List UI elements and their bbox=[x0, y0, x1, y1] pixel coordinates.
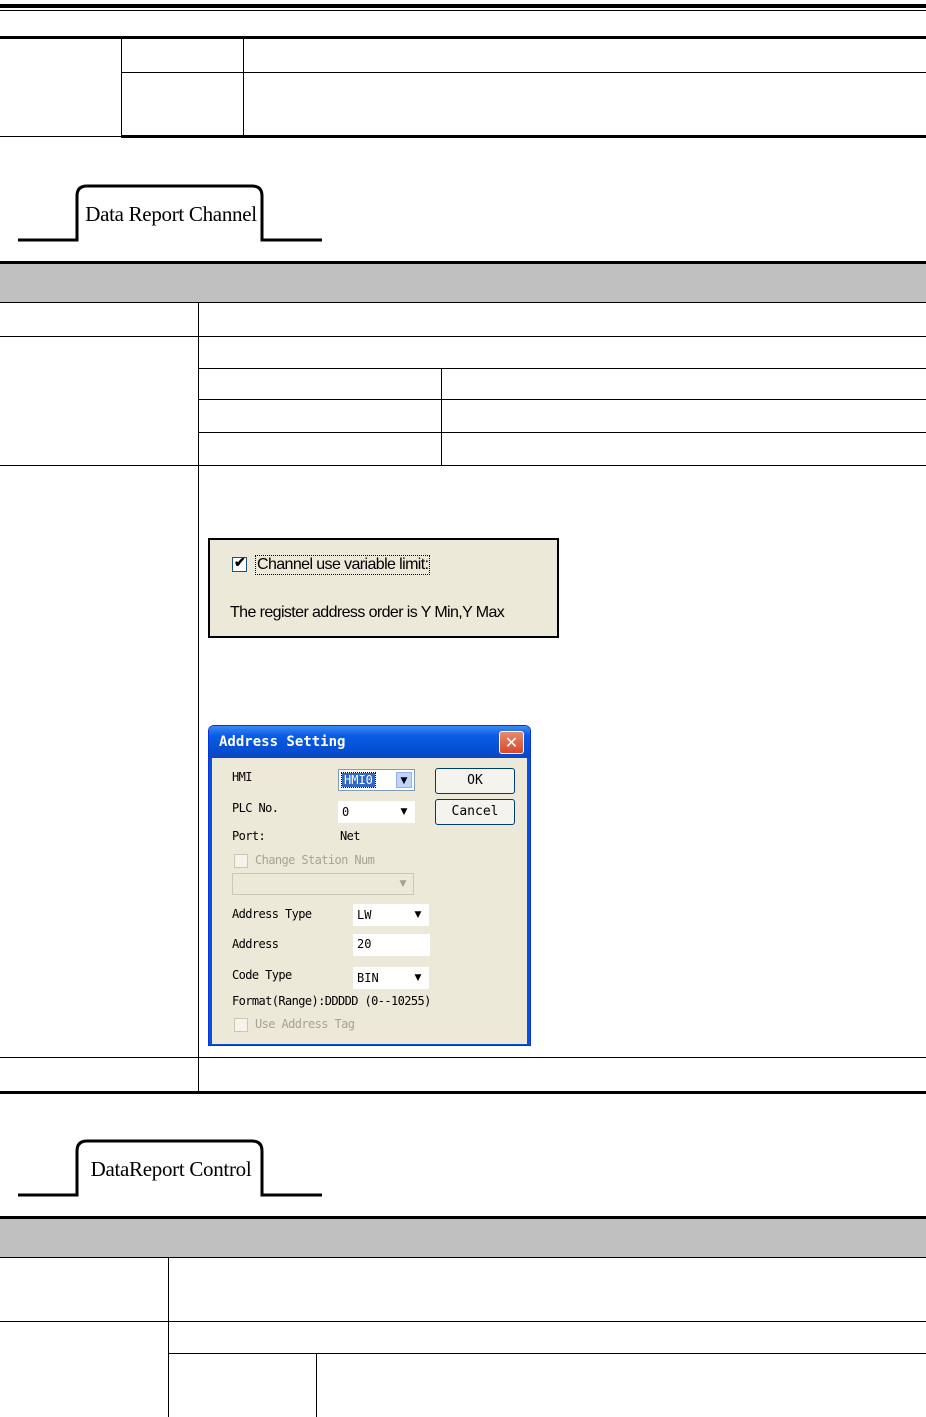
channel-limit-label[interactable]: Channel use variable limit: bbox=[255, 555, 431, 575]
code-type-value: BIN bbox=[357, 971, 379, 985]
table-continued bbox=[0, 36, 926, 138]
table-cell bbox=[315, 1353, 926, 1417]
dialog-titlebar: Address Setting ✕ bbox=[209, 726, 530, 758]
header-rule bbox=[0, 4, 926, 8]
plc-no-select[interactable]: 0 ▼ bbox=[338, 801, 415, 823]
table-cell bbox=[440, 399, 926, 433]
ok-button[interactable]: OK bbox=[435, 768, 515, 794]
change-station-label: Change Station Num bbox=[255, 853, 375, 867]
address-type-value: LW bbox=[357, 908, 372, 922]
chevron-down-icon: ▼ bbox=[400, 807, 408, 817]
close-button[interactable]: ✕ bbox=[499, 731, 524, 754]
table-cell bbox=[197, 302, 926, 337]
hmi-select[interactable]: HMI0 ▼ bbox=[338, 769, 415, 791]
code-type-label: Code Type bbox=[232, 968, 292, 982]
tab-title: Data Report Channel bbox=[85, 202, 257, 226]
change-station-checkbox[interactable] bbox=[234, 854, 248, 868]
table-cell bbox=[197, 432, 442, 466]
hmi-value: HMI0 bbox=[341, 772, 376, 788]
table-cell bbox=[167, 1257, 926, 1322]
table-cell bbox=[197, 1057, 926, 1094]
section-tab-data-report-channel: Data Report Channel bbox=[18, 184, 322, 242]
table-cell bbox=[440, 368, 926, 400]
plc-no-label: PLC No. bbox=[232, 801, 279, 815]
cancel-button[interactable]: Cancel bbox=[435, 799, 515, 825]
table-cell bbox=[0, 36, 122, 137]
table-cell bbox=[197, 399, 442, 433]
table-cell bbox=[0, 1321, 169, 1417]
tab-title: DataReport Control bbox=[90, 1157, 252, 1181]
table-cell bbox=[120, 72, 244, 138]
hmi-label: HMI bbox=[232, 770, 252, 784]
table-cell bbox=[120, 36, 244, 73]
channel-limit-panel: ✔ Channel use variable limit: The regist… bbox=[208, 538, 559, 638]
port-value: Net bbox=[340, 829, 360, 843]
station-select[interactable]: ▼ bbox=[232, 873, 414, 895]
plc-no-value: 0 bbox=[342, 805, 350, 819]
format-range-text: Format(Range):DDDDD (0--10255) bbox=[232, 994, 431, 1008]
check-mark-icon: ✔ bbox=[234, 554, 246, 570]
address-input[interactable]: 20 bbox=[353, 934, 430, 956]
table-cell bbox=[242, 36, 926, 73]
table-cell bbox=[197, 368, 442, 400]
chevron-down-icon: ▼ bbox=[414, 910, 422, 920]
address-type-select[interactable]: LW ▼ bbox=[353, 904, 429, 926]
table-cell bbox=[440, 432, 926, 466]
table-cell bbox=[167, 1353, 317, 1417]
table-header-row bbox=[0, 1216, 926, 1258]
table-cell bbox=[0, 302, 199, 337]
table-header-row bbox=[0, 261, 926, 303]
table-cell bbox=[242, 72, 926, 138]
table-cell bbox=[0, 336, 199, 466]
address-type-label: Address Type bbox=[232, 907, 312, 921]
chevron-down-icon: ▼ bbox=[396, 772, 412, 788]
use-address-tag-checkbox[interactable] bbox=[234, 1018, 248, 1032]
address-label: Address bbox=[232, 937, 279, 951]
table-cell bbox=[0, 465, 199, 1058]
table-cell bbox=[0, 1057, 199, 1094]
chevron-down-icon: ▼ bbox=[399, 879, 407, 889]
close-icon: ✕ bbox=[504, 733, 519, 752]
port-label: Port: bbox=[232, 829, 266, 843]
table-cell bbox=[197, 336, 926, 369]
address-setting-dialog: Address Setting ✕ HMI HMI0 ▼ OK PLC No. … bbox=[208, 725, 531, 1046]
table-datareport-control bbox=[0, 1216, 926, 1417]
address-value: 20 bbox=[357, 937, 372, 951]
table-cell bbox=[167, 1321, 926, 1354]
chevron-down-icon: ▼ bbox=[414, 973, 422, 983]
code-type-select[interactable]: BIN ▼ bbox=[353, 967, 429, 989]
register-order-note: The register address order is Y Min,Y Ma… bbox=[230, 604, 505, 621]
use-address-tag-label: Use Address Tag bbox=[255, 1017, 355, 1031]
header-rule-thin bbox=[0, 10, 926, 11]
section-tab-datareport-control: DataReport Control bbox=[18, 1139, 322, 1197]
dialog-title: Address Setting bbox=[219, 734, 346, 750]
table-cell bbox=[0, 1257, 169, 1322]
channel-limit-checkbox[interactable]: ✔ bbox=[232, 554, 247, 572]
